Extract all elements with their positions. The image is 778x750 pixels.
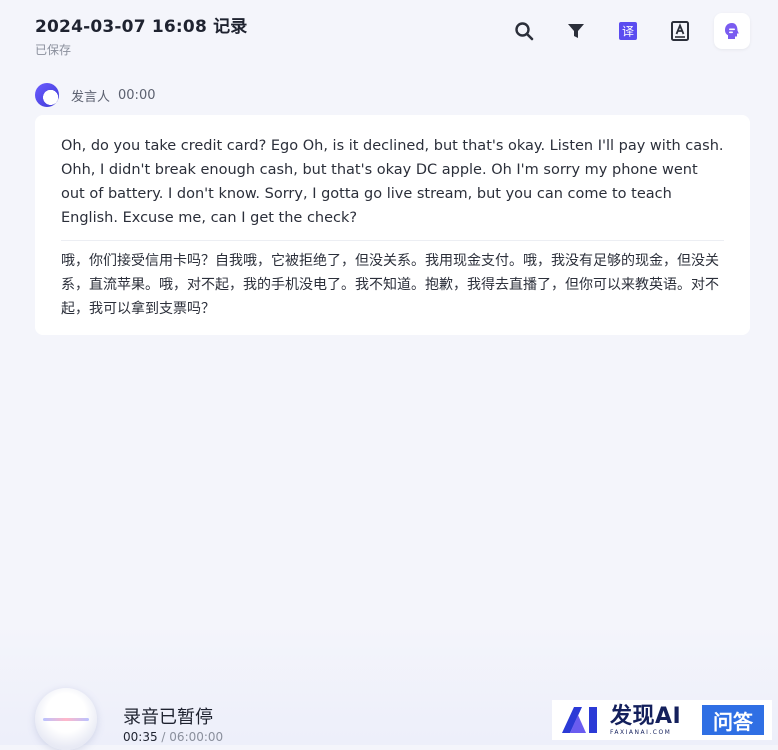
recording-status: 录音已暂停	[123, 707, 213, 728]
header: 2024-03-07 16:08 记录 已保存 译	[0, 0, 778, 70]
font-icon	[671, 21, 689, 41]
ai-assistant-button[interactable]	[714, 13, 750, 49]
svg-text:译: 译	[622, 25, 634, 39]
recording-current-time: 00:35	[123, 730, 158, 744]
speaker-row: 发言人 00:00	[35, 83, 155, 107]
watermark-badge: 问答	[702, 705, 764, 735]
ai-assistant-icon	[725, 23, 739, 39]
translate-icon: 译	[619, 22, 637, 40]
search-icon	[515, 22, 534, 41]
toolbar: 译	[490, 13, 750, 49]
watermark-text: 发现AI FAXIANAI.COM	[610, 703, 682, 736]
watermark-logo-icon	[562, 707, 597, 733]
transcript-chinese[interactable]: 哦，你们接受信用卡吗？自我哦，它被拒绝了，但没关系。我用现金支付。哦，我没有足够…	[61, 249, 724, 321]
speaker-name[interactable]: 发言人	[71, 86, 110, 105]
recording-total-time: 06:00:00	[169, 730, 224, 744]
record-button[interactable]	[35, 688, 97, 750]
speaker-timestamp[interactable]: 00:00	[118, 88, 155, 103]
transcript-card: Oh, do you take credit card? Ego Oh, is …	[35, 115, 750, 335]
page-title: 2024-03-07 16:08 记录	[35, 17, 248, 37]
recording-time: 00:35 / 06:00:00	[123, 730, 223, 744]
recording-time-separator: /	[161, 730, 166, 744]
watermark: 发现AI FAXIANAI.COM 问答	[552, 700, 772, 740]
filter-button[interactable]	[558, 13, 594, 49]
speaker-avatar[interactable]	[35, 83, 59, 107]
watermark-domain: FAXIANAI.COM	[610, 728, 672, 736]
watermark-brand: 发现AI	[610, 703, 682, 729]
transcript-english[interactable]: Oh, do you take credit card? Ego Oh, is …	[61, 134, 724, 230]
save-status: 已保存	[35, 43, 72, 57]
search-button[interactable]	[506, 13, 542, 49]
divider	[61, 240, 724, 241]
record-orb-icon	[35, 688, 97, 750]
font-button[interactable]	[662, 13, 698, 49]
translate-button[interactable]: 译	[610, 13, 646, 49]
filter-icon	[568, 24, 584, 38]
